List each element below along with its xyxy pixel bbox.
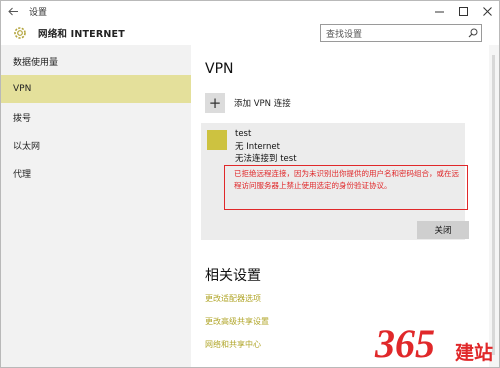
close-window-button[interactable] bbox=[475, 1, 499, 21]
link-advanced-sharing[interactable]: 更改高级共享设置 bbox=[205, 316, 269, 327]
scrollbar[interactable] bbox=[489, 45, 499, 367]
settings-window: 设置 网络和 INTERNET 查找设置 数据使用量 VPN 拨号 以太网 代理… bbox=[0, 0, 500, 368]
gear-icon bbox=[10, 23, 30, 43]
error-message: 已拒绝远程连接，因为未识别出你提供的用户名和密码组合，或在远程访问服务器上禁止使… bbox=[234, 169, 459, 190]
search-placeholder: 查找设置 bbox=[326, 29, 363, 40]
watermark-chars: 建站 bbox=[455, 341, 493, 364]
close-button[interactable]: 关闭 bbox=[417, 221, 469, 239]
sidebar: 数据使用量 VPN 拨号 以太网 代理 bbox=[1, 45, 191, 367]
link-adapter-options[interactable]: 更改适配器选项 bbox=[205, 293, 261, 304]
vpn-connection-card[interactable]: test 无 Internet 无法连接到 test 已拒绝远程连接，因为未识别… bbox=[201, 123, 469, 240]
link-network-sharing-center[interactable]: 网络和共享中心 bbox=[205, 339, 261, 350]
page-title: 网络和 INTERNET bbox=[38, 29, 125, 40]
main-content: VPN + 添加 VPN 连接 test 无 Internet 无法连接到 te… bbox=[191, 45, 499, 367]
title-bar: 设置 bbox=[1, 1, 499, 21]
watermark-logo: 365 建站 bbox=[374, 321, 493, 366]
search-input[interactable]: 查找设置 bbox=[320, 24, 482, 42]
vpn-connection-status: 无 Internet bbox=[235, 142, 280, 152]
sidebar-item-vpn[interactable]: VPN bbox=[1, 75, 191, 103]
minimize-button[interactable] bbox=[427, 1, 451, 21]
maximize-button[interactable] bbox=[451, 1, 475, 21]
back-arrow-icon[interactable] bbox=[1, 1, 25, 21]
sidebar-item-data-usage[interactable]: 数据使用量 bbox=[1, 47, 191, 75]
vpn-connection-icon bbox=[207, 130, 227, 150]
watermark-number: 365 bbox=[374, 321, 435, 366]
vpn-connection-status-detail: 无法连接到 test bbox=[235, 154, 297, 164]
plus-icon[interactable]: + bbox=[205, 93, 225, 113]
page-header: 网络和 INTERNET 查找设置 bbox=[1, 21, 499, 45]
sidebar-item-proxy[interactable]: 代理 bbox=[1, 159, 191, 187]
search-icon[interactable] bbox=[465, 25, 481, 41]
section-heading-vpn: VPN bbox=[205, 61, 234, 77]
section-heading-related: 相关设置 bbox=[205, 268, 261, 284]
scrollbar-thumb[interactable] bbox=[492, 55, 495, 355]
vpn-connection-name: test bbox=[235, 129, 252, 139]
sidebar-item-dial-up[interactable]: 拨号 bbox=[1, 103, 191, 131]
sidebar-item-ethernet[interactable]: 以太网 bbox=[1, 131, 191, 159]
window-title: 设置 bbox=[29, 7, 48, 18]
add-vpn-link[interactable]: 添加 VPN 连接 bbox=[234, 97, 291, 109]
